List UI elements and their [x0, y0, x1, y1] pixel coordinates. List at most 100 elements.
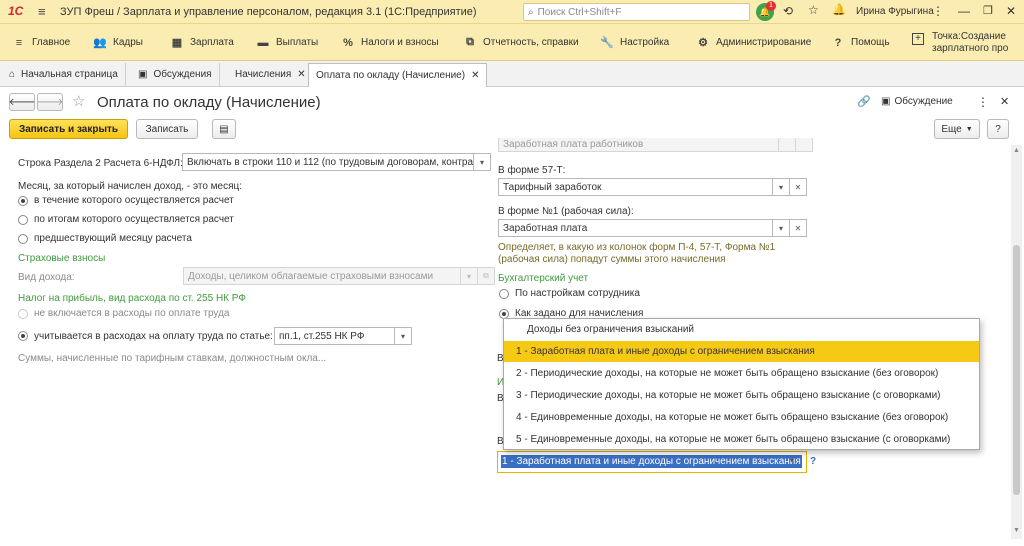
user-name[interactable]: Ирина Фурыгина	[856, 6, 934, 17]
restore-icon[interactable]: ❐	[983, 4, 993, 17]
form1-label: В форме №1 (рабочая сила):	[498, 206, 634, 217]
chat-icon: ▣	[138, 69, 148, 80]
form57-label: В форме 57-Т:	[498, 165, 566, 176]
form1-clear-icon[interactable]: ✕	[789, 219, 807, 237]
tab-home[interactable]: ⌂ Начальная страница	[2, 63, 126, 86]
bell-outline-icon[interactable]: 🔔	[832, 3, 846, 16]
dropdown-option[interactable]: 5 - Единовременные доходы, на которые не…	[504, 429, 979, 450]
tab-label: Начальная страница	[21, 69, 118, 80]
recovery-type-select[interactable]: 1 - Заработная плата и иные доходы с огр…	[497, 451, 807, 473]
close-tab-icon[interactable]: ✕	[471, 70, 479, 81]
dropdown-option-selected[interactable]: 1 - Заработная плата и иные доходы с огр…	[504, 341, 979, 362]
menu-extra-line2: зарплатного про	[932, 43, 1009, 54]
scroll-thumb[interactable]	[1013, 245, 1020, 495]
close-icon[interactable]: ✕	[1006, 4, 1016, 18]
back-button[interactable]: 🡐	[9, 93, 35, 111]
history-icon[interactable]: ⟲	[783, 4, 793, 18]
more-label: Еще	[941, 123, 962, 135]
ndfl-label: Строка Раздела 2 Расчета 6-НДФЛ:	[18, 158, 183, 169]
help-button[interactable]: ?	[987, 119, 1009, 139]
menu-extra[interactable]: + Точка:Создание зарплатного про	[912, 31, 1008, 55]
tab-label: Начисления	[235, 69, 292, 80]
income-type-dropdown-icon: ▾	[460, 267, 478, 285]
tab-discussions[interactable]: ▣ Обсуждения	[131, 63, 220, 86]
tab-salary-accrual[interactable]: Оплата по окладу (Начисление) ✕	[308, 63, 488, 87]
menu-salary[interactable]: ▦ Зарплата	[170, 24, 234, 61]
ndfl-select[interactable]: Включать в строки 110 и 112 (по трудовым…	[182, 153, 474, 171]
profit-option-exclude: не включается в расходы по оплате труда	[34, 308, 230, 319]
menu-taxes[interactable]: % Налоги и взносы	[341, 24, 439, 61]
month-option-previous-radio[interactable]	[18, 234, 28, 244]
month-option-result[interactable]: по итогам которого осуществляется расчет	[34, 214, 234, 225]
form-scrollbar[interactable]: ▲ ▼	[1011, 145, 1022, 539]
settings-menu-icon[interactable]: ⋮	[932, 4, 944, 18]
menu-label: Зарплата	[190, 37, 234, 48]
search-icon: ⌕	[528, 6, 534, 18]
article-select[interactable]: пп.1, ст.255 НК РФ	[274, 327, 395, 345]
favorites-icon[interactable]: ☆	[808, 3, 819, 17]
people-icon: 👥	[93, 37, 107, 49]
window-title: ЗУП Фреш / Зарплата и управление персона…	[60, 6, 477, 18]
top-partial-field: Заработная плата работников	[498, 138, 779, 152]
article-dropdown-icon[interactable]: ▾	[394, 327, 412, 345]
tab-accruals[interactable]: Начисления ✕	[228, 63, 314, 86]
forward-button[interactable]: 🡒	[37, 93, 63, 111]
recovery-dropdown-icon[interactable]: ▾	[790, 456, 794, 465]
menu-admin[interactable]: ⚙ Администрирование	[696, 24, 811, 61]
top-partial-dropdown-icon	[778, 138, 796, 152]
global-search[interactable]: ⌕ Поиск Ctrl+Shift+F	[523, 3, 750, 21]
menu-main[interactable]: ≡ Главное	[12, 24, 70, 61]
hamburger-icon[interactable]: ≡	[38, 4, 46, 19]
menu-help[interactable]: ? Помощь	[831, 24, 890, 61]
month-option-previous[interactable]: предшествующий месяцу расчета	[34, 233, 192, 244]
menu-personnel[interactable]: 👥 Кадры	[93, 24, 143, 61]
acc-option-employee-radio[interactable]	[499, 289, 509, 299]
dropdown-option[interactable]: Доходы без ограничения взысканий	[504, 319, 979, 340]
dropdown-option[interactable]: 2 - Периодические доходы, на которые не …	[504, 363, 979, 384]
menu-payments[interactable]: ▬ Выплаты	[256, 24, 319, 61]
close-form-icon[interactable]: ✕	[1000, 95, 1009, 108]
form57-select[interactable]: Тарифный заработок	[498, 178, 773, 196]
save-and-close-button[interactable]: Записать и закрыть	[9, 119, 128, 139]
accrual-note: Суммы, начисленные по тарифным ставкам, …	[18, 353, 327, 364]
income-type-label: Вид дохода:	[18, 272, 75, 283]
income-type-open-icon: ⧉	[477, 267, 495, 285]
form1-dropdown-icon[interactable]: ▾	[772, 219, 790, 237]
menu-settings[interactable]: 🔧 Настройка	[600, 24, 669, 61]
ndfl-dropdown-icon[interactable]: ▾	[473, 153, 491, 171]
form1-select[interactable]: Заработная плата	[498, 219, 773, 237]
discussion-label: Обсуждение	[894, 96, 953, 107]
top-partial-clear-icon	[795, 138, 813, 152]
month-option-current-radio[interactable]	[18, 196, 28, 206]
menu-label: Налоги и взносы	[361, 37, 439, 48]
acc-option-employee[interactable]: По настройкам сотрудника	[515, 288, 640, 299]
discussion-button[interactable]: ▣ Обсуждение	[881, 96, 953, 107]
recovery-help-icon[interactable]: ?	[810, 456, 816, 467]
menu-icon: ≡	[15, 36, 23, 49]
scroll-up-icon[interactable]: ▲	[1013, 147, 1020, 154]
menu-reports[interactable]: ⧉ Отчетность, справки	[463, 24, 579, 61]
document-icon[interactable]: ▤	[212, 119, 236, 139]
income-type-select: Доходы, целиком облагаемые страховыми вз…	[183, 267, 461, 285]
dropdown-option[interactable]: 4 - Единовременные доходы, на которые не…	[504, 407, 979, 428]
wrench-icon: 🔧	[600, 37, 614, 49]
app-logo: 1С	[8, 4, 24, 18]
save-button[interactable]: Записать	[136, 119, 198, 139]
more-actions-icon[interactable]: ⋮	[977, 95, 989, 109]
menu-label: Настройка	[620, 37, 670, 48]
more-button[interactable]: Еще ▼	[934, 119, 980, 139]
month-option-current[interactable]: в течение которого осуществляется расчет	[34, 195, 234, 206]
form57-dropdown-icon[interactable]: ▾	[772, 178, 790, 196]
profit-option-include[interactable]: учитывается в расходах на оплату труда п…	[34, 331, 273, 342]
scroll-down-icon[interactable]: ▼	[1013, 527, 1020, 534]
dropdown-option[interactable]: 3 - Периодические доходы, на которые не …	[504, 385, 979, 406]
gear-icon: ⚙	[698, 37, 708, 49]
link-icon[interactable]: 🔗	[857, 95, 871, 108]
close-tab-icon[interactable]: ✕	[297, 69, 305, 80]
minimize-icon[interactable]: —	[958, 4, 970, 18]
star-icon[interactable]: ☆	[72, 92, 85, 110]
profit-option-include-radio[interactable]	[18, 331, 28, 341]
form57-clear-icon[interactable]: ✕	[789, 178, 807, 196]
chat-icon: ▣	[881, 96, 891, 107]
month-option-result-radio[interactable]	[18, 215, 28, 225]
